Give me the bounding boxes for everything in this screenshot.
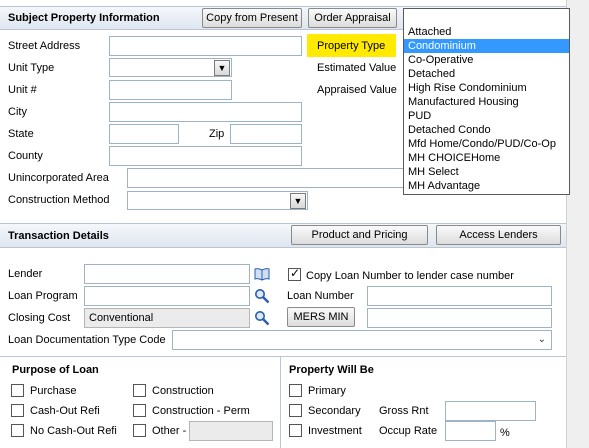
county-input[interactable] [109,146,302,166]
mers-min-input[interactable] [367,308,552,328]
unit-number-input[interactable] [109,80,232,100]
closing-cost-label: Closing Cost [8,312,71,324]
other-input[interactable] [189,421,273,441]
property-type-option[interactable]: Manufactured Housing [404,95,569,109]
purchase-label: Purchase [30,385,77,397]
other-label: Other - [152,425,187,437]
other-checkbox[interactable] [133,424,146,437]
transaction-details-title: Transaction Details [8,230,109,242]
zip-input[interactable] [230,124,302,144]
purpose-of-loan-title: Purpose of Loan [12,364,99,376]
city-label: City [8,106,27,118]
unit-type-label: Unit Type [8,62,55,74]
copy-loan-number-label: Copy Loan Number to lender case number [306,270,514,282]
unit-number-label: Unit # [8,84,37,96]
construction-checkbox[interactable] [133,384,146,397]
no-cashout-refi-label: No Cash-Out Refi [30,425,117,437]
zip-label: Zip [209,128,225,140]
property-type-option[interactable]: Detached [404,67,569,81]
property-type-dropdown-list[interactable]: Attached Condominium Co-Operative Detach… [403,8,570,195]
property-type-option[interactable]: Attached [404,25,569,39]
order-appraisal-button[interactable]: Order Appraisal [308,8,397,28]
cashout-refi-checkbox[interactable] [11,404,24,417]
property-type-option[interactable]: Detached Condo [404,123,569,137]
investment-checkbox[interactable] [289,424,302,437]
street-address-label: Street Address [8,40,81,52]
gross-rent-label: Gross Rnt [379,405,429,417]
appraised-value-label: Appraised Value [317,84,397,96]
property-type-option[interactable]: Co-Operative [404,53,569,67]
unincorporated-area-input[interactable] [127,168,407,188]
construction-perm-checkbox[interactable] [133,404,146,417]
construction-method-select[interactable]: ▼ [127,191,308,210]
property-type-option-selected[interactable]: Condominium [404,39,569,53]
section-divider-vertical [280,356,281,448]
loan-number-label: Loan Number [287,290,354,302]
copy-loan-number-checkbox[interactable] [288,266,301,281]
section-divider [0,356,566,357]
product-and-pricing-button[interactable]: Product and Pricing [291,225,428,245]
unincorporated-area-label: Unincorporated Area [8,172,109,184]
gross-rent-input[interactable] [445,401,536,421]
construction-method-label: Construction Method [8,194,110,206]
estimated-value-label: Estimated Value [317,62,397,74]
street-address-input[interactable] [109,36,302,56]
property-type-option[interactable]: PUD [404,109,569,123]
property-type-option[interactable]: High Rise Condominium [404,81,569,95]
loan-program-label: Loan Program [8,290,78,302]
property-type-label: Property Type [317,40,386,52]
occup-rate-input[interactable] [445,421,496,441]
county-label: County [8,150,43,162]
copy-from-present-button[interactable]: Copy from Present [202,8,302,28]
primary-label: Primary [308,385,346,397]
access-lenders-button[interactable]: Access Lenders [436,225,561,245]
percent-label: % [500,427,510,439]
purchase-checkbox[interactable] [11,384,24,397]
lender-input[interactable] [84,264,250,284]
state-label: State [8,128,34,140]
mers-min-button[interactable]: MERS MIN [287,307,355,327]
loan-doc-type-select[interactable]: ⌄ [172,330,552,350]
loan-program-input[interactable] [84,286,250,306]
property-type-option[interactable]: MH Advantage [404,179,569,193]
state-input[interactable] [109,124,179,144]
subject-property-title: Subject Property Information [8,12,160,24]
chevron-down-icon[interactable]: ⌄ [538,334,546,345]
secondary-label: Secondary [308,405,361,417]
loan-number-input[interactable] [367,286,552,306]
closing-cost-input[interactable] [84,308,250,328]
book-icon[interactable] [254,266,270,282]
loan-doc-type-label: Loan Documentation Type Code [8,334,166,346]
primary-checkbox[interactable] [289,384,302,397]
construction-perm-label: Construction - Perm [152,405,250,417]
cashout-refi-label: Cash-Out Refi [30,405,100,417]
unit-type-select[interactable]: ▼ [109,58,232,77]
city-input[interactable] [109,102,302,122]
lender-label: Lender [8,268,43,280]
construction-label: Construction [152,385,214,397]
search-icon[interactable] [254,310,270,326]
chevron-down-icon[interactable]: ▼ [214,60,230,76]
no-cashout-refi-checkbox[interactable] [11,424,24,437]
investment-label: Investment [308,425,362,437]
chevron-down-icon[interactable]: ▼ [290,193,306,209]
property-type-option[interactable]: MH Select [404,165,569,179]
secondary-checkbox[interactable] [289,404,302,417]
property-type-option[interactable]: Mfd Home/Condo/PUD/Co-Op [404,137,569,151]
occup-rate-label: Occup Rate [379,425,438,437]
search-icon[interactable] [254,288,270,304]
property-will-be-title: Property Will Be [289,364,374,376]
property-type-option[interactable]: MH CHOICEHome [404,151,569,165]
